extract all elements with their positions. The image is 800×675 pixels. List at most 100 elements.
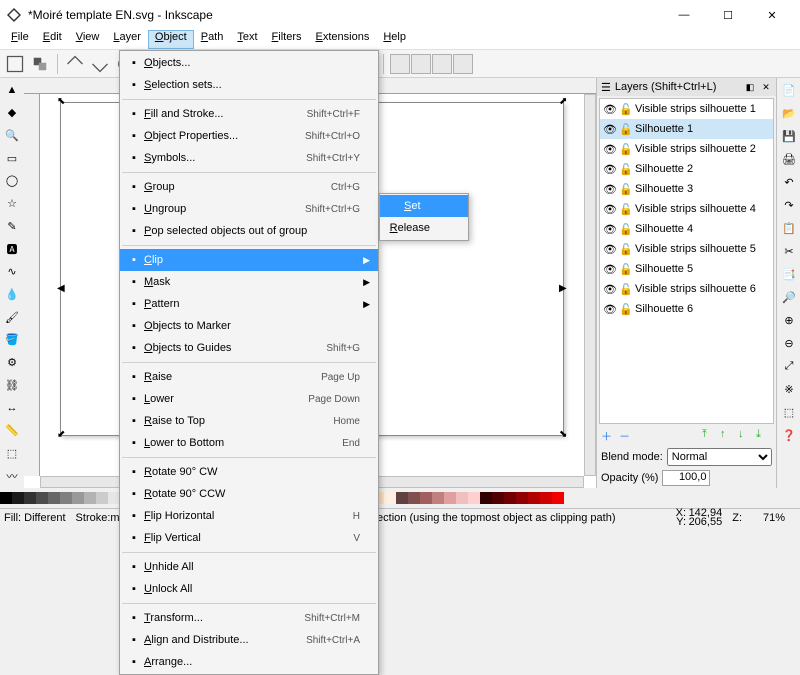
visibility-icon[interactable]: 👁 (603, 103, 615, 116)
lock-icon[interactable]: 🔓 (619, 263, 631, 276)
command-15[interactable]: ❓ (778, 424, 800, 446)
layer-row[interactable]: 👁🔓Silhouette 1 (600, 119, 773, 139)
swatch[interactable] (432, 492, 444, 504)
lower-button[interactable]: ↓ (738, 428, 754, 444)
menu-item[interactable]: ▪Symbols...Shift+Ctrl+Y (120, 147, 378, 169)
menu-path[interactable]: Path (194, 30, 231, 49)
menu-item[interactable]: ▪Rotate 90° CW (120, 461, 378, 483)
menu-item[interactable]: ▪GroupCtrl+G (120, 176, 378, 198)
visibility-icon[interactable]: 👁 (603, 283, 615, 296)
tool-1[interactable]: ◆ (1, 102, 23, 124)
lock-icon[interactable]: 🔓 (619, 203, 631, 216)
swatch[interactable] (60, 492, 72, 504)
menu-item[interactable]: ▪Transform...Shift+Ctrl+M (120, 607, 378, 629)
tool-15[interactable]: 📏 (1, 420, 23, 442)
visibility-icon[interactable]: 👁 (603, 183, 615, 196)
fill-indicator[interactable]: Fill: Different (4, 512, 66, 524)
command-7[interactable]: ✂ (778, 240, 800, 262)
swatch[interactable] (540, 492, 552, 504)
swatch[interactable] (396, 492, 408, 504)
lock-icon[interactable]: 🔓 (619, 163, 631, 176)
scrollbar-vertical[interactable] (584, 94, 596, 476)
lock-icon[interactable]: 🔓 (619, 143, 631, 156)
swatch[interactable] (444, 492, 456, 504)
swatch[interactable] (468, 492, 480, 504)
menu-item[interactable]: ▪Mask▶ (120, 271, 378, 293)
swatch[interactable] (480, 492, 492, 504)
menu-item[interactable]: ▪RaisePage Up (120, 366, 378, 388)
lock-icon[interactable]: 🔓 (619, 283, 631, 296)
command-6[interactable]: 📋 (778, 217, 800, 239)
menu-item[interactable]: ▪Object Properties...Shift+Ctrl+O (120, 125, 378, 147)
tool-4[interactable]: ◯ (1, 170, 23, 192)
menu-item[interactable]: ▪UngroupShift+Ctrl+G (120, 198, 378, 220)
selection-handle[interactable]: ◀ (57, 285, 65, 293)
swatch[interactable] (84, 492, 96, 504)
menu-item[interactable]: ▪Lower to BottomEnd (120, 432, 378, 454)
tool-2[interactable]: 🔍 (1, 124, 23, 146)
layer-row[interactable]: 👁🔓Visible strips silhouette 4 (600, 199, 773, 219)
tool-13[interactable]: ⛓ (1, 374, 23, 396)
layer-row[interactable]: 👁🔓Visible strips silhouette 6 (600, 279, 773, 299)
command-14[interactable]: ⬚ (778, 401, 800, 423)
menu-item[interactable]: ▪Pattern▶ (120, 293, 378, 315)
menu-item[interactable]: ▪Rotate 90° CCW (120, 483, 378, 505)
tool-11[interactable]: 🪣 (1, 329, 23, 351)
layer-row[interactable]: 👁🔓Silhouette 2 (600, 159, 773, 179)
tool-7[interactable]: 🅰 (1, 238, 23, 260)
swatch[interactable] (12, 492, 24, 504)
swatch[interactable] (552, 492, 564, 504)
layer-row[interactable]: 👁🔓Silhouette 6 (600, 299, 773, 319)
maximize-button[interactable]: ☐ (706, 0, 750, 30)
visibility-icon[interactable]: 👁 (603, 243, 615, 256)
tool-14[interactable]: ↔ (1, 397, 23, 419)
menu-item[interactable]: ▪Align and Distribute...Shift+Ctrl+A (120, 629, 378, 651)
add-layer-button[interactable]: ＋ (601, 428, 617, 444)
menu-file[interactable]: File (4, 30, 36, 49)
selection-handle[interactable]: ⬊ (559, 431, 567, 439)
menu-object[interactable]: Object (148, 30, 194, 49)
visibility-icon[interactable]: 👁 (603, 203, 615, 216)
lock-icon[interactable]: 🔓 (619, 123, 631, 136)
lock-icon[interactable]: 🔓 (619, 103, 631, 116)
command-3[interactable]: 🖨 (778, 148, 800, 170)
swatch[interactable] (96, 492, 108, 504)
command-9[interactable]: 🔎 (778, 286, 800, 308)
menu-item[interactable]: ▪Flip VerticalV (120, 527, 378, 549)
menu-item[interactable]: Release (380, 217, 468, 239)
tool-3[interactable]: ▭ (1, 147, 23, 169)
menu-item[interactable]: ▪Arrange... (120, 651, 378, 673)
visibility-icon[interactable]: 👁 (603, 303, 615, 316)
swatch[interactable] (72, 492, 84, 504)
opacity-value[interactable]: 100,0 (662, 470, 710, 486)
swatch[interactable] (492, 492, 504, 504)
command-2[interactable]: 💾 (778, 125, 800, 147)
menu-item[interactable]: ▪Flip HorizontalH (120, 505, 378, 527)
menu-item[interactable]: ▪Clip▶ (120, 249, 378, 271)
menu-layer[interactable]: Layer (106, 30, 148, 49)
close-button[interactable]: ✕ (750, 0, 794, 30)
menu-item[interactable]: Set (380, 195, 468, 217)
menu-view[interactable]: View (69, 30, 107, 49)
menu-item[interactable]: ▪LowerPage Down (120, 388, 378, 410)
menu-item[interactable]: ▪Selection sets... (120, 74, 378, 96)
lock-icon[interactable]: 🔓 (619, 303, 631, 316)
menu-item[interactable]: ▪Objects to Marker (120, 315, 378, 337)
menu-edit[interactable]: Edit (36, 30, 69, 49)
menu-filters[interactable]: Filters (265, 30, 309, 49)
menu-item[interactable]: ▪Unhide All (120, 556, 378, 578)
lock-icon[interactable]: 🔓 (619, 223, 631, 236)
toolbar-toggle[interactable] (453, 54, 473, 74)
visibility-icon[interactable]: 👁 (603, 123, 615, 136)
tool-10[interactable]: 🖌 (1, 306, 23, 328)
swatch[interactable] (24, 492, 36, 504)
layer-row[interactable]: 👁🔓Visible strips silhouette 1 (600, 99, 773, 119)
swatch[interactable] (384, 492, 396, 504)
selection-handle[interactable]: ⬈ (559, 98, 567, 106)
lock-icon[interactable]: 🔓 (619, 183, 631, 196)
swatch[interactable] (420, 492, 432, 504)
tool-12[interactable]: ⚙ (1, 352, 23, 374)
swatch[interactable] (408, 492, 420, 504)
ruler-vertical[interactable] (24, 94, 40, 476)
panel-iconify-button[interactable]: ◧ (744, 81, 756, 93)
